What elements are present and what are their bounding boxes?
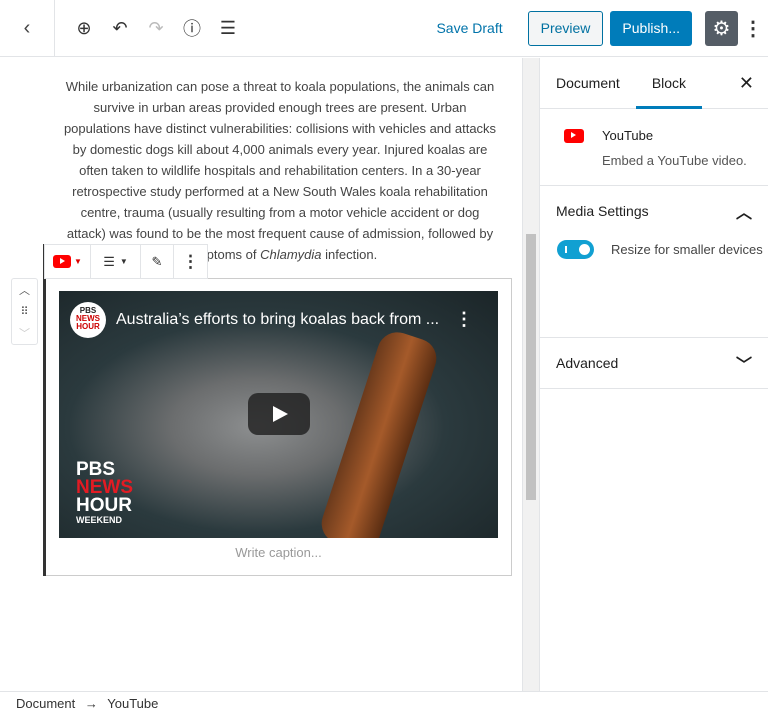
block-toolbar: ▼ ☰ ▼ ✎ ⋮: [44, 244, 208, 279]
back-button[interactable]: ‹: [0, 0, 55, 57]
preview-button[interactable]: Preview: [527, 10, 604, 46]
youtube-embed-block[interactable]: PBS NEWS HOUR Australia’s efforts to bring…: [46, 278, 512, 576]
block-name: YouTube: [602, 128, 654, 143]
alignment-button[interactable]: ☰ ▼: [91, 245, 141, 278]
video-title[interactable]: Australia’s efforts to bring koalas back…: [116, 311, 439, 329]
info-icon[interactable]: ⓘ: [181, 17, 203, 39]
advanced-panel: Advanced ﹀: [540, 338, 768, 389]
edit-url-button[interactable]: ✎: [141, 245, 174, 278]
block-more-button[interactable]: ⋮: [174, 245, 207, 278]
youtube-icon: [53, 255, 72, 268]
paragraph-text: While urbanization can pose a threat to …: [63, 79, 497, 262]
caption-input[interactable]: Write caption...: [46, 545, 511, 560]
drag-handle-icon[interactable]: ⠿: [20, 305, 28, 318]
advanced-toggle[interactable]: Advanced: [540, 338, 768, 388]
breadcrumb-document[interactable]: Document: [16, 696, 75, 711]
video-player[interactable]: PBS NEWS HOUR Australia’s efforts to bring…: [59, 291, 498, 538]
move-down-icon[interactable]: ﹀: [19, 325, 30, 341]
move-up-icon[interactable]: ︿: [19, 282, 30, 298]
resize-toggle[interactable]: [557, 240, 594, 259]
settings-gear-icon[interactable]: ⚙: [705, 10, 738, 46]
brand-watermark: PBS NEWS HOUR WEEKEND: [76, 459, 133, 525]
breadcrumb: Document → YouTube: [0, 691, 768, 713]
tab-document[interactable]: Document: [540, 58, 636, 109]
block-card: YouTube Embed a YouTube video.: [540, 109, 768, 186]
editor-canvas: While urbanization can pose a threat to …: [0, 58, 522, 691]
block-mover: ︿ ⠿ ﹀: [11, 278, 38, 345]
resize-toggle-label: Resize for smaller devices: [611, 242, 763, 257]
block-switcher[interactable]: ▼: [45, 245, 91, 278]
play-button-icon[interactable]: [248, 393, 310, 435]
add-block-icon[interactable]: ⊕: [73, 17, 95, 39]
outline-icon[interactable]: ☰: [217, 17, 239, 39]
paragraph-block[interactable]: While urbanization can pose a threat to …: [60, 76, 500, 265]
undo-icon[interactable]: ↶: [109, 17, 131, 39]
chevron-left-icon: ‹: [23, 16, 31, 39]
scrollbar-thumb[interactable]: [526, 234, 536, 500]
media-settings-panel: Media Settings ︿ Resize for smaller devi…: [540, 186, 768, 338]
media-settings-toggle[interactable]: Media Settings: [540, 186, 768, 236]
redo-icon[interactable]: ↷: [145, 17, 167, 39]
breadcrumb-separator: →: [84, 696, 98, 711]
chevron-down-icon[interactable]: ﹀: [736, 351, 752, 375]
paragraph-text-end: infection.: [321, 247, 378, 262]
top-toolbar: ‹ ⊕ ↶ ↷ ⓘ ☰ Save Draft Preview Publish..…: [0, 0, 768, 57]
scrollbar[interactable]: [522, 58, 539, 691]
youtube-icon: [564, 129, 584, 143]
video-thumbnail: [316, 327, 442, 538]
block-description: Embed a YouTube video.: [602, 153, 747, 168]
chevron-up-icon[interactable]: ︿: [736, 199, 752, 223]
paragraph-emphasis: Chlamydia: [260, 247, 322, 262]
tab-block[interactable]: Block: [635, 58, 703, 109]
more-options-icon[interactable]: ⋮: [738, 16, 768, 41]
align-center-icon: ☰: [103, 253, 115, 269]
publish-button[interactable]: Publish...: [610, 10, 692, 46]
channel-logo: PBS NEWS HOUR: [70, 302, 106, 338]
save-draft-button[interactable]: Save Draft: [436, 20, 502, 36]
close-icon[interactable]: ✕: [739, 73, 754, 94]
settings-sidebar: Document Block ✕ YouTube Embed a YouTube…: [539, 58, 768, 691]
video-more-icon[interactable]: ⋮: [455, 309, 473, 330]
more-vertical-icon: ⋮: [182, 251, 199, 271]
pencil-icon: ✎: [151, 253, 163, 269]
breadcrumb-youtube[interactable]: YouTube: [107, 696, 158, 711]
